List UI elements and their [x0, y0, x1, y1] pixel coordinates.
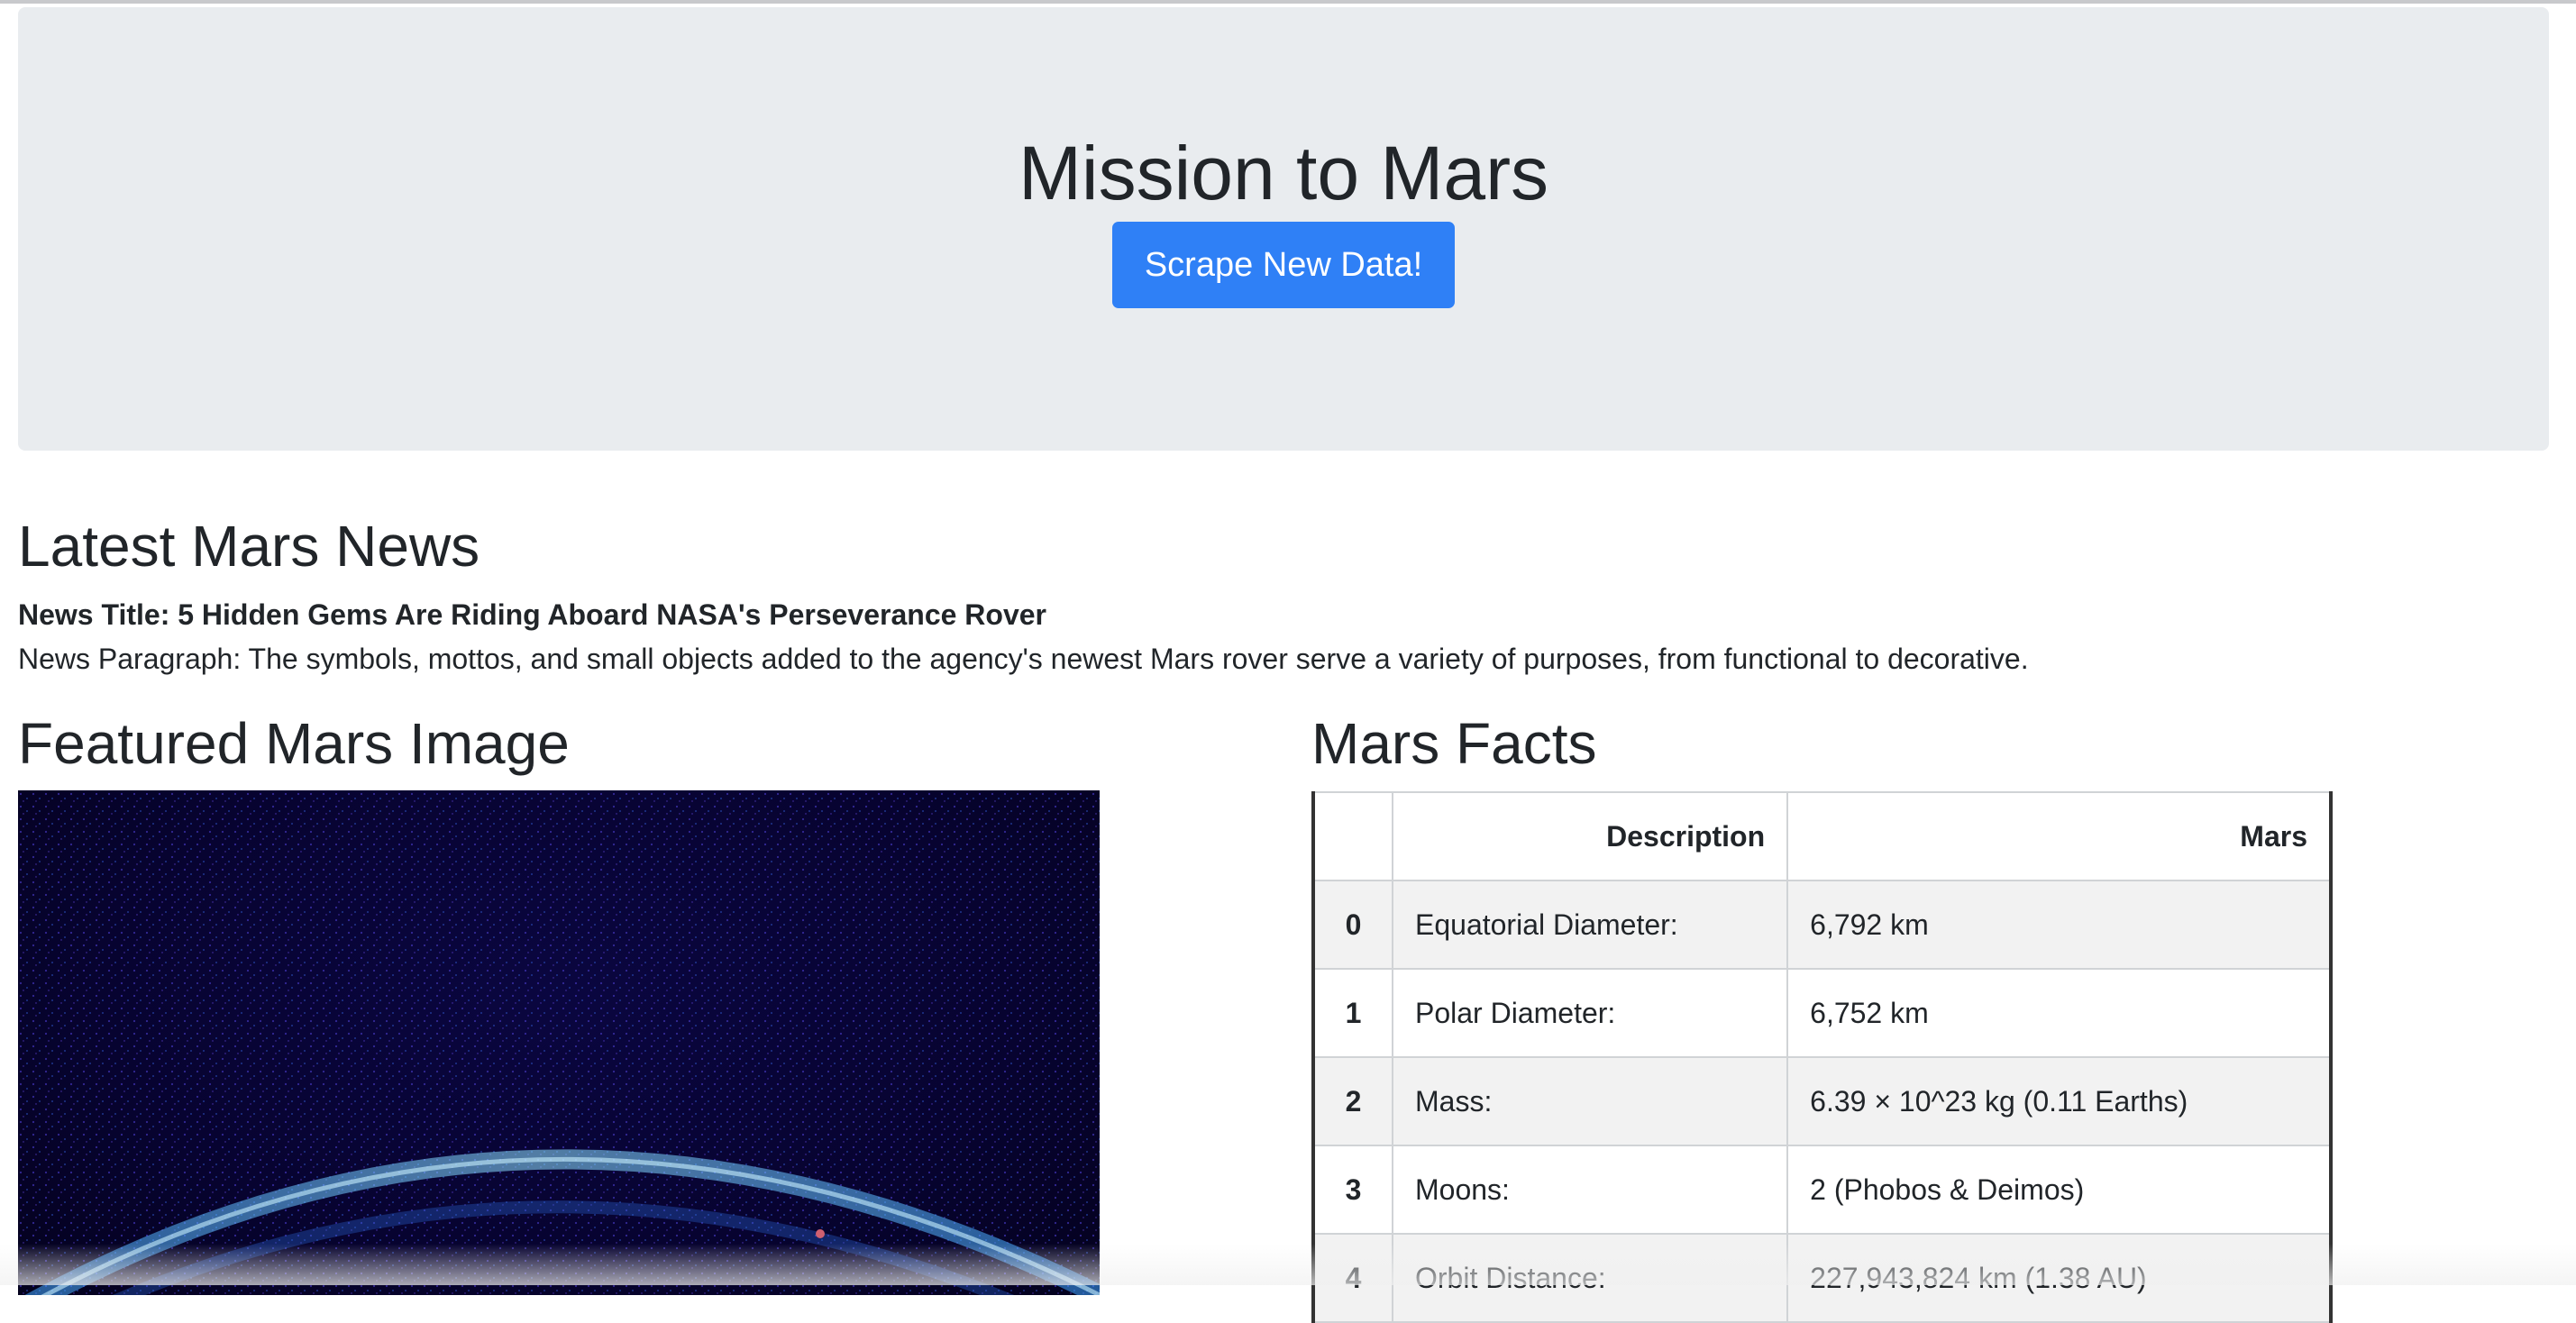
row-description: Equatorial Diameter:: [1391, 880, 1789, 970]
row-index: 2: [1311, 1056, 1393, 1146]
row-description: Polar Diameter:: [1391, 968, 1789, 1058]
news-paragraph: News Paragraph: The symbols, mottos, and…: [18, 643, 2029, 675]
row-value: 2 (Phobos & Deimos): [1786, 1145, 2333, 1235]
scrape-new-data-button[interactable]: Scrape New Data!: [1112, 222, 1455, 308]
news-title: News Title: 5 Hidden Gems Are Riding Abo…: [18, 598, 1046, 631]
row-index: 0: [1311, 880, 1393, 970]
row-description: Mass:: [1391, 1056, 1789, 1146]
latest-news-heading: Latest Mars News: [18, 514, 480, 579]
jumbotron-header: Mission to Mars Scrape New Data!: [18, 7, 2549, 451]
row-index: 4: [1311, 1233, 1393, 1323]
mars-column-header: Mars: [1786, 791, 2333, 881]
table-header-row: Description Mars: [1311, 791, 2333, 881]
row-value: 6.39 × 10^23 kg (0.11 Earths): [1786, 1056, 2333, 1146]
row-index: 1: [1311, 968, 1393, 1058]
row-value: 6,792 km: [1786, 880, 2333, 970]
row-description: Moons:: [1391, 1145, 1789, 1235]
table-row: 1 Polar Diameter: 6,752 km: [1311, 968, 2333, 1058]
description-column-header: Description: [1391, 791, 1789, 881]
row-description: Orbit Distance:: [1391, 1233, 1789, 1323]
featured-image-heading: Featured Mars Image: [18, 711, 570, 776]
table-row: 0 Equatorial Diameter: 6,792 km: [1311, 880, 2333, 970]
mars-facts-heading: Mars Facts: [1311, 711, 1597, 776]
featured-mars-image: [18, 790, 1100, 1295]
table-row: 2 Mass: 6.39 × 10^23 kg (0.11 Earths): [1311, 1056, 2333, 1146]
top-border: [0, 0, 2576, 4]
row-value: 227,943,824 km (1.38 AU): [1786, 1233, 2333, 1323]
table-row: 4 Orbit Distance: 227,943,824 km (1.38 A…: [1311, 1233, 2333, 1323]
index-column-header: [1311, 791, 1393, 881]
page-title: Mission to Mars: [1018, 131, 1549, 215]
mars-facts-table: Description Mars 0 Equatorial Diameter: …: [1311, 791, 2333, 1323]
table-row: 3 Moons: 2 (Phobos & Deimos): [1311, 1145, 2333, 1235]
row-index: 3: [1311, 1145, 1393, 1235]
featured-image-graphic: [18, 790, 1100, 1295]
row-value: 6,752 km: [1786, 968, 2333, 1058]
